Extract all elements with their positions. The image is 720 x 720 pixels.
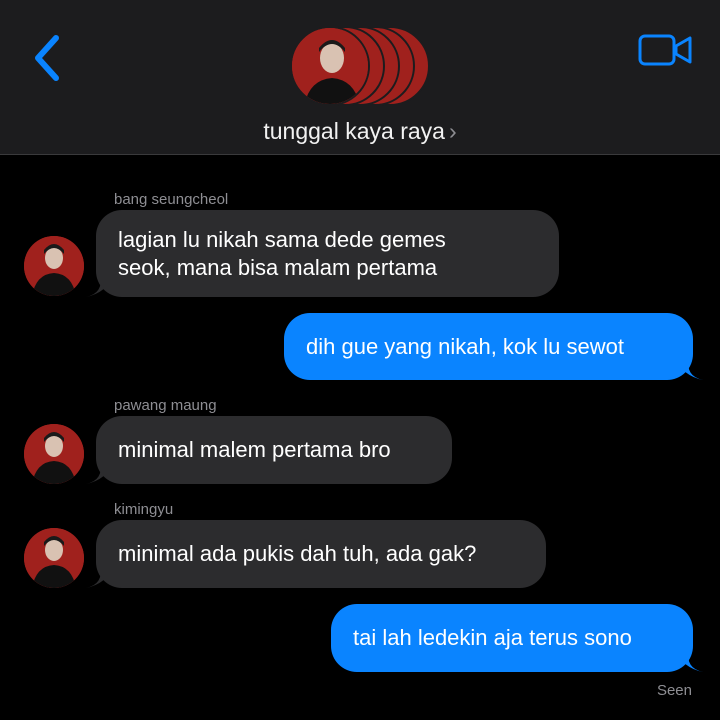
avatar [24, 424, 84, 484]
group-name-label: tunggal kaya raya [263, 118, 445, 144]
incoming-message[interactable]: minimal malem pertama bro [86, 416, 452, 484]
sender-name: bang seungcheol [114, 191, 229, 208]
sender-name: kimingyu [114, 501, 174, 518]
message-text: dih gue yang nikah, kok lu sewot [306, 333, 624, 359]
message-text: minimal ada pukis dah tuh, ada gak? [118, 541, 477, 566]
outgoing-message[interactable]: dih gue yang nikah, kok lu sewot [284, 313, 703, 380]
message-text: minimal malem pertama bro [118, 437, 391, 462]
avatar [290, 26, 370, 106]
message-text: tai lah ledekin aja terus sono [353, 625, 632, 650]
message-text: lagian lu nikah sama dede gemes [118, 226, 446, 252]
outgoing-message[interactable]: tai lah ledekin aja terus sono [331, 604, 703, 672]
incoming-message[interactable]: lagian lu nikah sama dede gemes seok, ma… [86, 210, 559, 297]
conversation-header: tunggal kaya raya › [0, 0, 720, 155]
group-name[interactable]: tunggal kaya raya › [0, 118, 720, 145]
chevron-left-icon[interactable] [28, 30, 68, 86]
chevron-right-icon: › [448, 118, 457, 144]
incoming-message[interactable]: minimal ada pukis dah tuh, ada gak? [86, 520, 546, 588]
avatar [24, 236, 84, 296]
sender-name: pawang maung [114, 397, 217, 414]
video-camera-icon[interactable] [638, 32, 692, 68]
message-text: seok, mana bisa malam pertama [118, 254, 438, 280]
group-avatar-stack[interactable] [290, 26, 440, 108]
read-receipt: Seen [656, 682, 692, 699]
avatar [24, 528, 84, 588]
